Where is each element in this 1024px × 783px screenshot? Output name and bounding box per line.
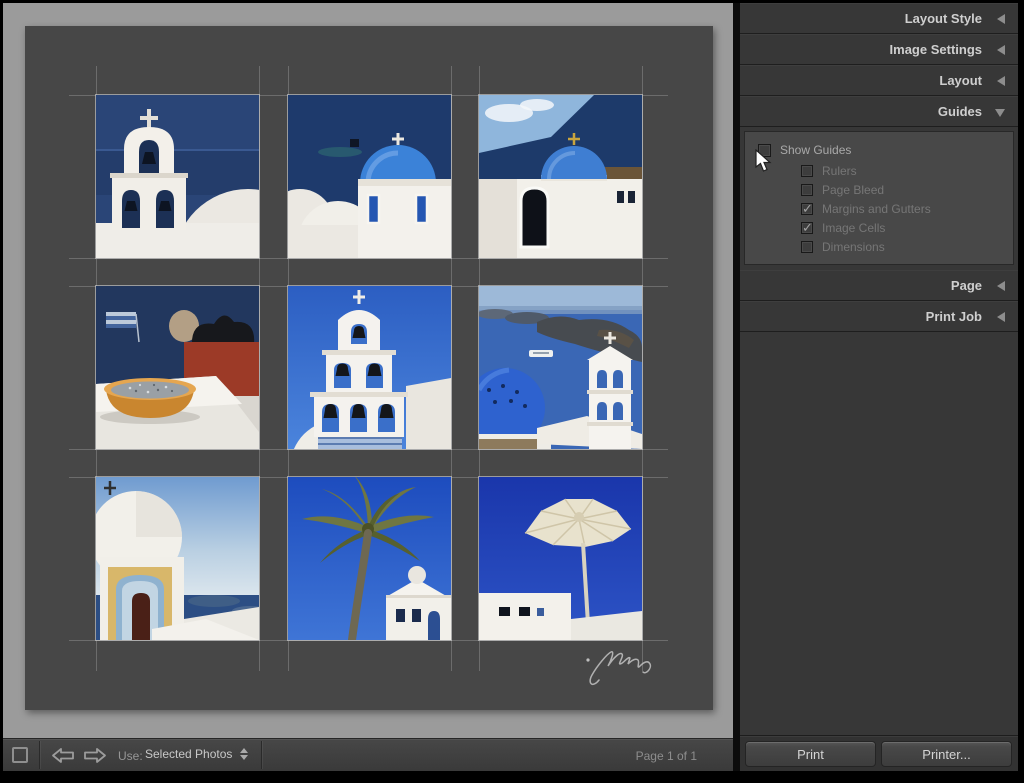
photo-cell[interactable] — [288, 95, 451, 258]
show-guides-row: Show Guides — [745, 139, 1013, 161]
panel-section-guides[interactable]: Guides — [740, 96, 1018, 127]
arrow-right-icon — [83, 747, 107, 764]
panel-footer: Print Printer... — [740, 735, 1018, 771]
photo-cell[interactable] — [288, 477, 451, 640]
margins-gutters-checkbox[interactable] — [801, 203, 813, 215]
right-panel: Layout Style Image Settings Layout Guide… — [740, 3, 1018, 771]
print-page — [25, 26, 713, 710]
collapse-triangle-icon — [997, 14, 1005, 24]
collapse-triangle-icon — [997, 45, 1005, 55]
photographer-signature — [583, 644, 667, 688]
photo-cell[interactable] — [96, 477, 259, 640]
use-label: Use: — [118, 749, 143, 763]
print-preview-area — [3, 3, 733, 738]
lightroom-print-module: Layout Style Image Settings Layout Guide… — [0, 0, 1024, 783]
dimensions-checkbox[interactable] — [801, 241, 813, 253]
photo-cell[interactable] — [479, 477, 642, 640]
photo-cell[interactable] — [96, 286, 259, 449]
collapse-triangle-icon — [997, 281, 1005, 291]
toolbar-divider — [39, 741, 40, 769]
secondary-display-button[interactable] — [12, 747, 28, 763]
panel-section-page[interactable]: Page — [740, 270, 1018, 301]
image-cells-row: Image Cells — [745, 218, 1013, 237]
dimensions-row: Dimensions — [745, 237, 1013, 256]
print-button[interactable]: Print — [745, 741, 876, 767]
next-page-button[interactable] — [83, 747, 107, 767]
panel-section-image-settings[interactable]: Image Settings — [740, 34, 1018, 65]
show-guides-checkbox[interactable] — [758, 144, 771, 157]
collapse-triangle-icon — [997, 312, 1005, 322]
page-bleed-checkbox[interactable] — [801, 184, 813, 196]
panel-divider — [733, 3, 740, 771]
photo-cell[interactable] — [288, 286, 451, 449]
panel-section-layout-style[interactable]: Layout Style — [740, 3, 1018, 34]
toolbar-divider — [261, 741, 262, 769]
guides-panel-content: Show Guides Rulers Page Bleed Margins an… — [744, 131, 1014, 265]
collapse-triangle-icon — [997, 76, 1005, 86]
photo-cell[interactable] — [479, 95, 642, 258]
photo-cell[interactable] — [96, 95, 259, 258]
page-bleed-row: Page Bleed — [745, 180, 1013, 199]
arrow-left-icon — [51, 747, 75, 764]
rulers-row: Rulers — [745, 161, 1013, 180]
image-cells-checkbox[interactable] — [801, 222, 813, 234]
popup-arrows-icon — [240, 748, 248, 760]
previous-page-button[interactable] — [51, 747, 75, 767]
photo-cell[interactable] — [479, 286, 642, 449]
toolbar: Use: Selected Photos Page 1 of 1 — [3, 738, 733, 771]
panel-section-layout[interactable]: Layout — [740, 65, 1018, 96]
use-selector[interactable]: Selected Photos — [145, 747, 248, 761]
rulers-checkbox[interactable] — [801, 165, 813, 177]
printer-button[interactable]: Printer... — [881, 741, 1012, 767]
expand-triangle-icon — [995, 109, 1005, 117]
margins-gutters-row: Margins and Gutters — [745, 199, 1013, 218]
panel-section-print-job[interactable]: Print Job — [740, 301, 1018, 332]
page-indicator: Page 1 of 1 — [636, 749, 697, 763]
